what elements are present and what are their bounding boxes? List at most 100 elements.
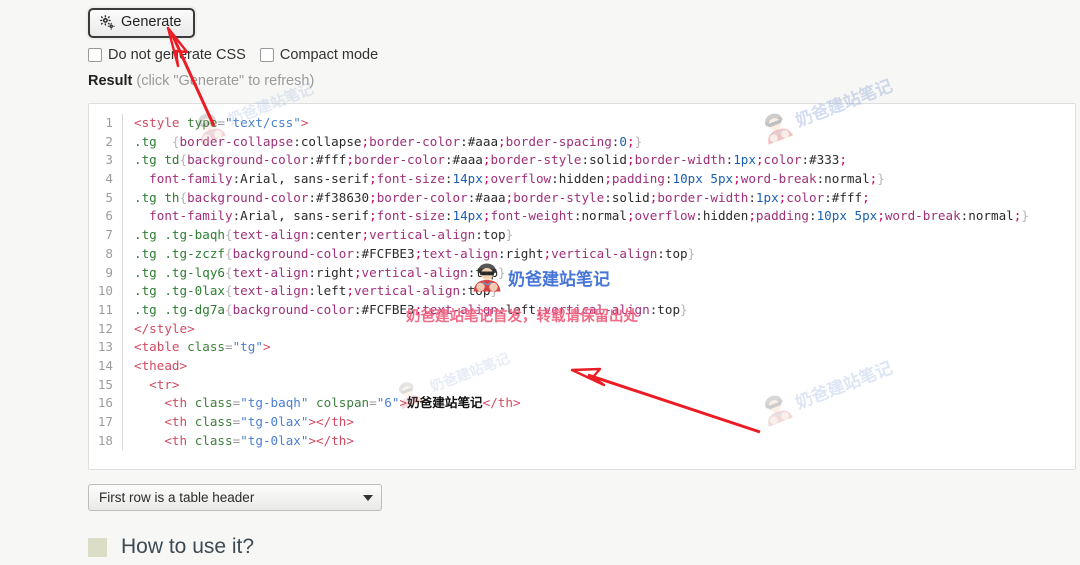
code-token: ;	[862, 189, 870, 205]
code-line-content[interactable]: .tg .tg-dg7a{background-color:#FCFBE3;te…	[123, 301, 688, 320]
code-line-content[interactable]: <th class="tg-0lax"></th>	[123, 432, 354, 451]
code-token: "tg-baqh"	[240, 395, 309, 411]
code-token: text-align	[422, 245, 499, 261]
code-token: solid	[589, 152, 627, 168]
code-line: 18 <th class="tg-0lax"></th>	[89, 431, 1075, 451]
checkbox-do-not-generate-css[interactable]	[88, 48, 102, 62]
option-compact-mode-label: Compact mode	[279, 47, 379, 63]
code-line-content[interactable]: <style type="text/css">	[123, 114, 308, 133]
code-token: #aaa	[475, 189, 506, 205]
code-token: Arial, sans-serif	[240, 171, 370, 187]
code-line: 6 font-family:Arial, sans-serif;font-siz…	[89, 207, 1075, 227]
code-token: #f38630	[316, 189, 370, 205]
code-lines-container[interactable]: 1 <style type="text/css"> 2 .tg {border-col…	[89, 104, 1075, 469]
code-token: word-break	[740, 171, 817, 187]
code-token: "6"	[376, 395, 400, 411]
code-line-number: 7	[89, 226, 123, 245]
code-line-content[interactable]: <th class="tg-0lax"></th>	[123, 413, 354, 432]
code-token: top	[467, 283, 491, 299]
code-token: </th>	[482, 395, 521, 411]
result-label: Result	[88, 73, 133, 89]
code-line-content[interactable]: .tg {border-collapse:collapse;border-col…	[123, 133, 642, 152]
code-line-content[interactable]: font-family:Arial, sans-serif;font-size:…	[123, 207, 1029, 226]
code-token: border-collapse	[179, 133, 294, 149]
code-token: }	[634, 133, 643, 149]
code-token: word-break	[884, 208, 961, 224]
code-line-content[interactable]: .tg th{background-color:#f38630;border-c…	[123, 189, 870, 208]
code-token: color	[786, 189, 825, 205]
code-token: #333	[809, 152, 840, 168]
code-line-content[interactable]: </style>	[123, 320, 195, 339]
code-line-content[interactable]: <thead>	[123, 357, 187, 376]
code-token: ;	[369, 208, 377, 224]
code-token: 14px	[452, 208, 483, 224]
code-line-number: 17	[89, 413, 123, 432]
code-line-content[interactable]: .tg .tg-lqy6{text-align:right;vertical-a…	[123, 264, 506, 283]
code-token: background-color	[232, 245, 354, 261]
code-line: 17 <th class="tg-0lax"></th>	[89, 413, 1075, 432]
code-token: ;	[748, 208, 756, 224]
chevron-down-icon[interactable]	[363, 494, 373, 501]
code-token: font-family	[149, 171, 233, 187]
code-token: .tg .tg-dg7a	[134, 301, 225, 317]
option-compact-mode[interactable]: Compact mode	[259, 47, 379, 63]
code-token: >	[300, 115, 309, 130]
code-line-number: 1	[89, 114, 123, 133]
code-token: overflow	[634, 208, 696, 224]
code-line-content[interactable]: .tg .tg-baqh{text-align:center;vertical-…	[123, 226, 513, 245]
code-token: ;	[627, 152, 635, 168]
code-token: :	[444, 152, 453, 168]
code-line-content[interactable]: <tr>	[123, 376, 179, 395]
code-token: ;	[346, 283, 354, 299]
code-line: 11 .tg .tg-dg7a{background-color:#FCFBE3;…	[89, 300, 1075, 320]
code-line-number: 18	[89, 431, 123, 451]
code-line-content[interactable]: .tg td{background-color:#fff;border-colo…	[123, 151, 847, 170]
code-token: ;	[369, 189, 377, 205]
code-token: overflow	[490, 171, 552, 187]
code-token: top	[664, 245, 688, 261]
code-token: ;	[877, 208, 885, 224]
code-token: border-color	[369, 133, 461, 149]
code-line-content[interactable]: <table class="tg">	[123, 338, 271, 357]
code-token: normal	[581, 208, 627, 224]
header-mode-select-wrap: First row is a table header	[88, 484, 382, 511]
code-token: :	[604, 189, 612, 205]
code-line-content[interactable]: .tg .tg-0lax{text-align:left;vertical-al…	[123, 282, 498, 301]
code-line: 5 .tg th{background-color:#f38630;border-…	[89, 188, 1075, 208]
code-token: ;	[346, 152, 354, 168]
code-line-number: 12	[89, 319, 123, 339]
code-line-number: 4	[89, 170, 123, 189]
code-line: 13 <table class="tg">	[89, 338, 1075, 357]
code-token: =	[217, 115, 226, 130]
code-token: .tg .tg-lqy6	[134, 264, 225, 280]
code-token: :	[824, 189, 832, 205]
code-token: background-color	[187, 152, 309, 168]
generate-button[interactable]: Generate	[88, 8, 196, 38]
code-token: :	[808, 208, 817, 224]
code-token: background-color	[232, 301, 354, 317]
code-token: :	[581, 152, 590, 168]
code-token: collapse	[300, 133, 362, 149]
code-line-content[interactable]: font-family:Arial, sans-serif;font-size:…	[123, 170, 885, 189]
option-do-not-generate-css[interactable]: Do not generate CSS	[88, 47, 246, 63]
code-line: 1 <style type="text/css">	[89, 114, 1075, 133]
code-token: :	[657, 245, 665, 261]
checkbox-compact-mode[interactable]	[259, 48, 274, 62]
code-token: text-align	[232, 283, 309, 299]
code-token: text-align	[232, 227, 309, 243]
code-line-content[interactable]: <th class="tg-baqh" colspan="6">奶爸建站笔记</…	[123, 394, 521, 413]
code-token: vertical-align	[369, 227, 476, 243]
code-token: border-width	[657, 189, 749, 205]
code-token: :	[460, 283, 468, 299]
code-token: ></th>	[308, 432, 354, 448]
code-line-number: 16	[89, 394, 123, 413]
code-token: "tg-0lax"	[240, 432, 309, 448]
code-token: <style	[134, 115, 188, 130]
code-line-content[interactable]: .tg .tg-zczf{background-color:#FCFBE3;te…	[123, 245, 695, 264]
generated-code-box[interactable]: 1 <style type="text/css"> 2 .tg {border-col…	[88, 103, 1076, 470]
header-mode-select[interactable]: First row is a table header	[88, 484, 382, 511]
code-token: {	[179, 189, 188, 205]
